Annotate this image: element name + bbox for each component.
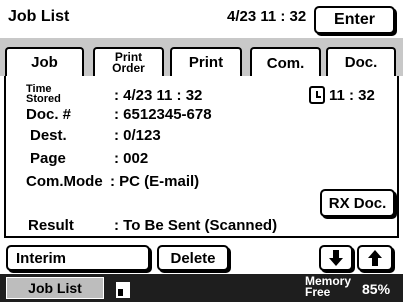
rx-doc-button[interactable]: RX Doc. <box>320 189 395 217</box>
dest-value: : 0/123 <box>114 127 161 144</box>
job-detail-panel: Time Stored : 4/23 11 : 32 11 : 32 Doc. … <box>4 76 399 238</box>
tab-bar: Job Print Order Print Com. Doc. <box>0 38 403 78</box>
interim-button-label: Interim <box>16 249 67 267</box>
tab-com-label: Com. <box>266 55 305 72</box>
job-list-tab[interactable]: Job List <box>6 277 104 299</box>
tab-print-order-line2: Order <box>112 60 145 75</box>
tab-print-label: Print <box>188 54 224 71</box>
clock-icon <box>309 86 325 104</box>
doc-number-label: Doc. # <box>26 106 72 123</box>
status-bar: Job List Memory Free 85% <box>0 274 403 302</box>
current-datetime: 4/23 11 : 32 <box>227 8 307 25</box>
clock-display: 11 : 32 <box>309 86 375 104</box>
page-label: Page <box>30 150 66 167</box>
com-mode-label: Com.Mode <box>26 173 103 190</box>
arrow-down-icon <box>329 250 343 266</box>
tab-com[interactable]: Com. <box>250 47 321 78</box>
tab-print-order[interactable]: Print Order <box>93 47 164 76</box>
interim-button[interactable]: Interim <box>6 245 150 271</box>
tab-job[interactable]: Job <box>5 47 84 76</box>
result-value: : To Be Sent (Scanned) <box>114 217 278 234</box>
arrow-up-icon <box>368 250 382 266</box>
com-mode-value: : PC (E-mail) <box>110 173 200 190</box>
delete-button-label: Delete <box>170 249 216 267</box>
delete-button[interactable]: Delete <box>157 245 229 271</box>
memory-label-line2: Free <box>305 285 331 299</box>
time-stored-label-line2: Stored <box>26 93 61 105</box>
tab-doc[interactable]: Doc. <box>326 47 396 76</box>
scroll-up-button[interactable] <box>357 245 393 271</box>
memory-free-value: 85% <box>362 281 391 297</box>
time-stored-label: Time Stored <box>26 84 61 105</box>
doc-number-value: : 6512345-678 <box>114 106 212 123</box>
clock-value: 11 : 32 <box>329 86 375 104</box>
header-bar: Job List 4/23 11 : 32 Enter <box>0 0 403 37</box>
tab-job-label: Job <box>31 54 58 71</box>
tab-doc-label: Doc. <box>344 54 378 71</box>
enter-button[interactable]: Enter <box>314 6 395 34</box>
page-value: : 002 <box>114 150 149 167</box>
dest-label: Dest. <box>30 127 67 144</box>
tab-print[interactable]: Print <box>170 47 242 76</box>
document-indicator-icon <box>116 282 130 298</box>
scroll-down-button[interactable] <box>319 245 353 271</box>
page-title: Job List <box>8 8 70 25</box>
memory-free-label: Memory Free <box>305 275 351 299</box>
result-label: Result <box>28 217 74 234</box>
time-stored-value: : 4/23 11 : 32 <box>114 87 203 104</box>
